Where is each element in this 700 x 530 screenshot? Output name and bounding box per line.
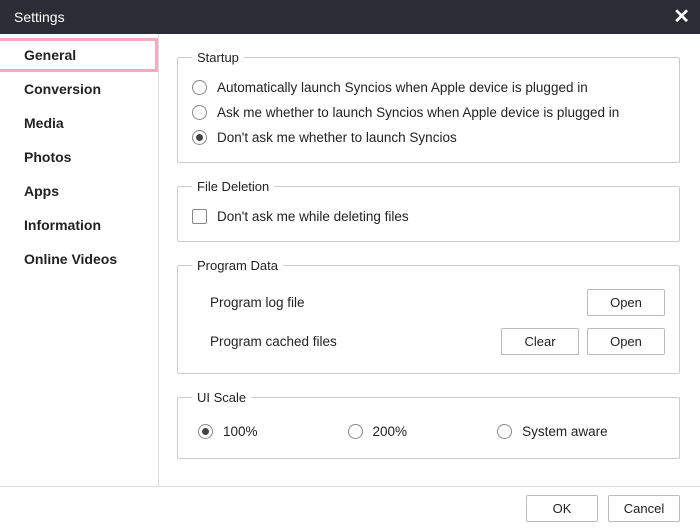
open-log-button[interactable]: Open <box>587 289 665 316</box>
footer: OK Cancel <box>0 486 700 530</box>
sidebar-item-label: Apps <box>24 183 59 199</box>
ui-scale-100[interactable]: 100% <box>198 419 258 444</box>
sidebar-item-information[interactable]: Information <box>0 208 158 242</box>
sidebar-item-online-videos[interactable]: Online Videos <box>0 242 158 276</box>
ui-scale-group: UI Scale 100% 200% System aware <box>177 390 680 459</box>
program-log-row: Program log file Open <box>192 283 665 322</box>
sidebar-item-label: General <box>24 47 76 63</box>
radio-icon[interactable] <box>192 130 207 145</box>
titlebar: Settings ✕ <box>0 0 700 34</box>
radio-label: System aware <box>522 424 608 439</box>
program-data-group: Program Data Program log file Open Progr… <box>177 258 680 374</box>
body: General Conversion Media Photos Apps Inf… <box>0 34 700 486</box>
radio-icon[interactable] <box>192 105 207 120</box>
sidebar-item-label: Conversion <box>24 81 101 97</box>
sidebar: General Conversion Media Photos Apps Inf… <box>0 34 158 486</box>
sidebar-item-label: Information <box>24 217 101 233</box>
checkbox-label: Don't ask me while deleting files <box>217 209 409 224</box>
program-log-actions: Open <box>587 289 665 316</box>
sidebar-item-general[interactable]: General <box>0 38 158 72</box>
sidebar-item-label: Media <box>24 115 64 131</box>
ok-button[interactable]: OK <box>526 495 598 522</box>
startup-option-ask[interactable]: Ask me whether to launch Syncios when Ap… <box>192 100 665 125</box>
radio-icon[interactable] <box>348 424 363 439</box>
program-cache-row: Program cached files Clear Open <box>192 322 665 361</box>
program-cache-label: Program cached files <box>192 334 337 349</box>
sidebar-item-apps[interactable]: Apps <box>0 174 158 208</box>
startup-option-auto[interactable]: Automatically launch Syncios when Apple … <box>192 75 665 100</box>
file-deletion-group: File Deletion Don't ask me while deletin… <box>177 179 680 242</box>
radio-label: 200% <box>373 424 408 439</box>
radio-label: Ask me whether to launch Syncios when Ap… <box>217 105 619 120</box>
startup-group: Startup Automatically launch Syncios whe… <box>177 50 680 163</box>
checkbox-icon[interactable] <box>192 209 207 224</box>
open-cache-button[interactable]: Open <box>587 328 665 355</box>
radio-icon[interactable] <box>192 80 207 95</box>
content: Startup Automatically launch Syncios whe… <box>158 34 700 486</box>
file-deletion-legend: File Deletion <box>192 179 274 194</box>
program-log-label: Program log file <box>192 295 305 310</box>
file-deletion-checkbox-row[interactable]: Don't ask me while deleting files <box>192 204 665 229</box>
program-cache-actions: Clear Open <box>501 328 665 355</box>
cancel-button[interactable]: Cancel <box>608 495 680 522</box>
clear-cache-button[interactable]: Clear <box>501 328 579 355</box>
sidebar-item-label: Online Videos <box>24 251 117 267</box>
ui-scale-legend: UI Scale <box>192 390 251 405</box>
ui-scale-200[interactable]: 200% <box>348 419 408 444</box>
radio-label: Don't ask me whether to launch Syncios <box>217 130 457 145</box>
radio-icon[interactable] <box>198 424 213 439</box>
radio-label: Automatically launch Syncios when Apple … <box>217 80 588 95</box>
startup-option-dont[interactable]: Don't ask me whether to launch Syncios <box>192 125 665 150</box>
close-icon[interactable]: ✕ <box>673 7 690 27</box>
window-title: Settings <box>14 9 65 25</box>
program-data-legend: Program Data <box>192 258 283 273</box>
sidebar-item-label: Photos <box>24 149 71 165</box>
ui-scale-system[interactable]: System aware <box>497 419 608 444</box>
startup-legend: Startup <box>192 50 244 65</box>
radio-icon[interactable] <box>497 424 512 439</box>
radio-label: 100% <box>223 424 258 439</box>
sidebar-item-media[interactable]: Media <box>0 106 158 140</box>
sidebar-item-conversion[interactable]: Conversion <box>0 72 158 106</box>
sidebar-item-photos[interactable]: Photos <box>0 140 158 174</box>
